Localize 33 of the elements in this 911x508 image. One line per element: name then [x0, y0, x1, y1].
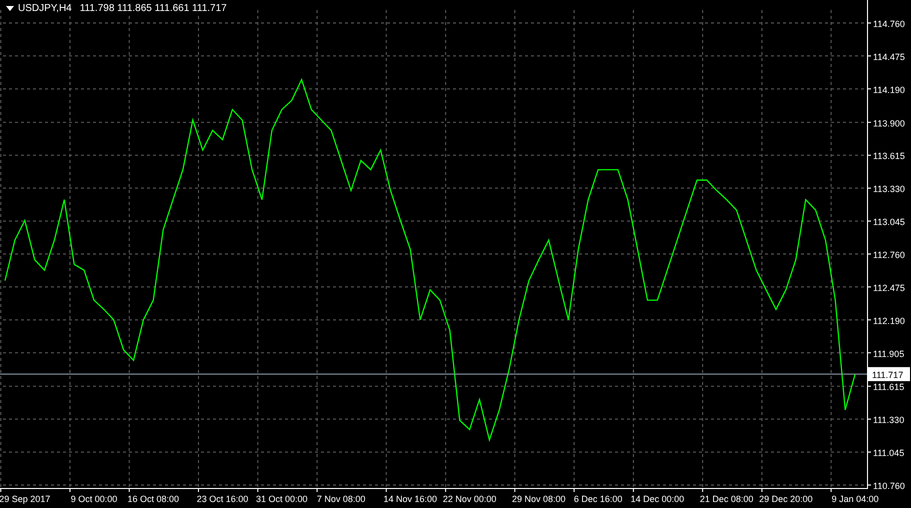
y-tick-label: 112.760: [873, 250, 905, 260]
x-tick-label: 9 Oct 00:00: [70, 494, 118, 504]
y-tick-label: 111.330: [873, 415, 904, 426]
x-tick-label: 23 Oct 16:00: [196, 494, 248, 504]
y-tick-label: 111.615: [873, 382, 904, 392]
x-tick-label: 29 Sep 2017: [0, 494, 50, 504]
x-tick-label: 21 Dec 08:00: [700, 494, 754, 504]
y-tick-label: 111.905: [873, 348, 904, 359]
x-tick-label: 7 Nov 08:00: [316, 494, 366, 504]
y-tick-label: 113.045: [873, 217, 905, 228]
y-tick-label: 114.475: [873, 52, 905, 62]
x-tick-label: 14 Dec 00:00: [630, 494, 684, 504]
ohlc-quote: 111.798 111.865 111.661 111.717: [80, 3, 227, 14]
x-tick-label: 29 Dec 20:00: [759, 494, 813, 504]
dropdown-triangle-icon[interactable]: [6, 6, 14, 11]
x-tick-label: 31 Oct 00:00: [256, 494, 308, 504]
x-tick-label: 14 Nov 16:00: [384, 494, 438, 504]
symbol-label: USDJPY,H4: [18, 3, 72, 14]
x-tick-label: 29 Nov 08:00: [512, 494, 566, 504]
x-tick-label: 16 Oct 08:00: [128, 494, 180, 504]
y-tick-label: 114.190: [873, 84, 905, 95]
y-tick-label: 112.475: [873, 282, 905, 293]
y-tick-label: 112.190: [873, 316, 905, 326]
y-tick-label: 111.045: [873, 448, 904, 458]
x-tick-label: 22 Nov 00:00: [442, 494, 496, 504]
x-tick-label: 6 Dec 16:00: [574, 494, 622, 504]
y-tick-label: 113.900: [873, 118, 905, 128]
y-tick-label: 114.760: [873, 19, 905, 29]
y-tick-label: 113.615: [873, 151, 905, 162]
y-tick-label: 113.330: [873, 184, 905, 194]
current-price-tag: 111.717: [868, 367, 910, 382]
y-tick-label: 110.760: [873, 481, 905, 491]
x-tick-label: 9 Jan 04:00: [832, 494, 879, 504]
